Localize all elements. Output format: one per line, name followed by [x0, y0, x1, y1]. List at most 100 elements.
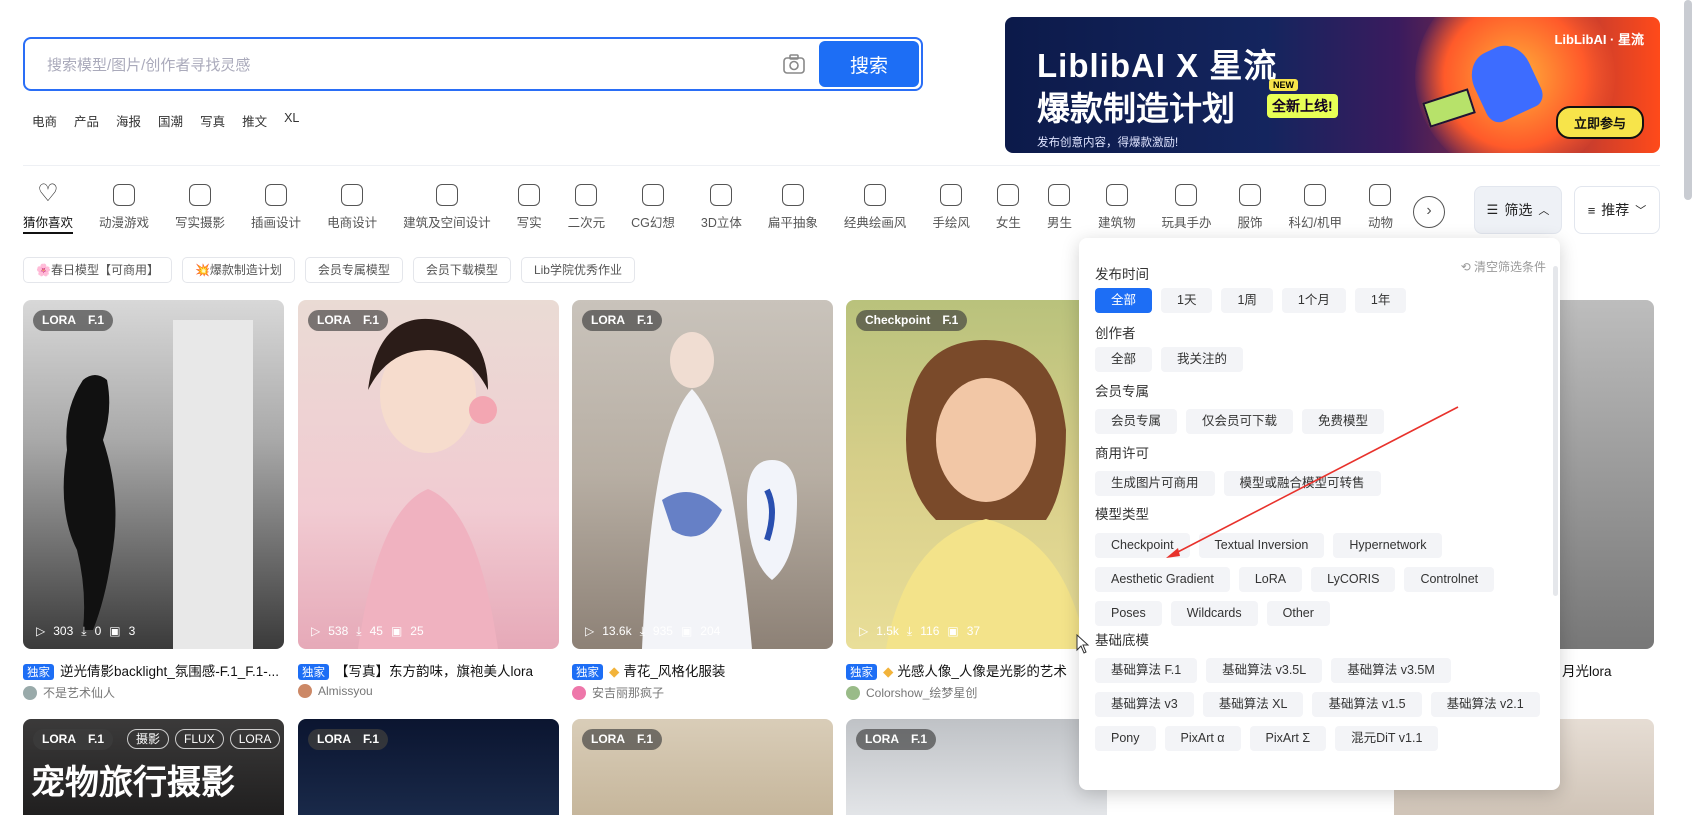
category-10[interactable]: 扁平抽象 [768, 184, 818, 238]
category-5[interactable]: 建筑及空间设计 [403, 184, 491, 238]
category-6[interactable]: 写实 [517, 184, 542, 238]
filter-option[interactable]: 混元DiT v1.1 [1335, 726, 1439, 751]
category-1[interactable]: 动漫游戏 [99, 184, 149, 238]
category-18[interactable]: 科幻/机甲 [1289, 184, 1342, 238]
model-card[interactable]: LORA F.1 ▷ 538 ⤓ 45 ▣ 25 [298, 300, 559, 649]
category-11[interactable]: 经典绘画风 [844, 184, 906, 238]
card-title[interactable]: 独家 ◆ 光感人像_人像是光影的艺术 [846, 660, 1107, 680]
sort-button[interactable]: ≡ 推荐 ﹀ [1574, 186, 1660, 234]
filter-option[interactable]: 模型或融合模型可转售 [1223, 471, 1381, 496]
card-title[interactable]: 独家 【写真】东方韵味，旗袍美人lora [298, 660, 559, 680]
filter-option[interactable]: Pony [1095, 726, 1156, 751]
filter-option[interactable]: 全部 [1095, 347, 1153, 372]
filter-option[interactable]: 基础算法 v1.5 [1312, 692, 1422, 717]
card-author[interactable]: Almissyou [298, 684, 373, 698]
camera-icon[interactable] [782, 53, 806, 75]
banner-join-button[interactable]: 立即参与 [1555, 106, 1644, 139]
card-author[interactable]: 不是艺术仙人 [23, 684, 115, 701]
filter-option[interactable]: Checkpoint [1095, 533, 1190, 558]
category-label: 插画设计 [251, 216, 302, 230]
category-7[interactable]: 二次元 [568, 184, 605, 238]
chevron-right-icon[interactable]: › [1413, 196, 1445, 228]
filter-option[interactable]: LyCORIS [1311, 567, 1396, 592]
category-19[interactable]: 动物 [1368, 184, 1393, 238]
filter-option[interactable]: 1天 [1161, 288, 1213, 313]
tag-chip[interactable]: 💥爆款制造计划 [181, 257, 295, 283]
filter-label: 筛选 [1504, 202, 1533, 218]
filter-option[interactable]: PixArt Σ [1249, 726, 1327, 751]
hot-word[interactable]: 产品 [74, 111, 99, 130]
filter-option[interactable]: Aesthetic Gradient [1095, 567, 1230, 592]
filter-option[interactable]: 基础算法 v2.1 [1430, 692, 1540, 717]
clear-filters-button[interactable]: ⟲ 清空筛选条件 [1461, 258, 1546, 275]
filter-option[interactable]: 仅会员可下载 [1186, 409, 1294, 434]
hot-word[interactable]: 电商 [32, 111, 57, 130]
card-extra-tags: 摄影 FLUX LORA [127, 729, 281, 749]
hot-word[interactable]: 写真 [200, 111, 225, 130]
filter-option[interactable]: 基础算法 v3.5L [1206, 658, 1323, 683]
tag-chip[interactable]: Lib学院优秀作业 [520, 257, 635, 283]
model-card[interactable]: LORA F.1 [846, 719, 1107, 815]
banner-badge: 全新上线! [1267, 94, 1338, 118]
search-button[interactable]: 搜索 [819, 41, 919, 87]
filter-option[interactable]: 免费模型 [1302, 409, 1385, 434]
model-card[interactable]: Checkpoint F.1 ▷ 1.5k ⤓ 116 ▣ 37 [846, 300, 1107, 649]
filter-option[interactable]: 1周 [1221, 288, 1273, 313]
hot-word[interactable]: 国潮 [158, 111, 183, 130]
category-3[interactable]: 插画设计 [251, 184, 301, 238]
filter-option[interactable]: 会员专属 [1095, 409, 1178, 434]
filter-option[interactable]: Poses [1095, 601, 1162, 626]
filter-option[interactable]: 基础算法 v3.5M [1331, 658, 1451, 683]
filter-option[interactable]: 我关注的 [1161, 347, 1244, 372]
model-card[interactable]: LORA F.1 [572, 719, 833, 815]
model-card[interactable]: LORA F.1 ▷ 303 ⤓ 0 ▣ 3 [23, 300, 284, 649]
filter-option[interactable]: 基础算法 v3 [1095, 692, 1194, 717]
hot-word[interactable]: 推文 [242, 111, 267, 130]
category-13[interactable]: 女生 [996, 184, 1021, 238]
tag-chip[interactable]: 会员专属模型 [304, 257, 403, 283]
filter-option[interactable]: PixArt α [1164, 726, 1241, 751]
tag-chip[interactable]: 🌸春日模型【可商用】 [23, 257, 172, 283]
model-card[interactable]: LORA F.1 摄影 FLUX LORA 宠物旅行摄影 [23, 719, 284, 815]
card-author[interactable]: Colorshow_绘梦星创 [846, 684, 977, 701]
category-4[interactable]: 电商设计 [327, 184, 377, 238]
hot-word[interactable]: 海报 [116, 111, 141, 130]
category-15[interactable]: 建筑物 [1098, 184, 1135, 238]
category-2[interactable]: 写实摄影 [175, 184, 225, 238]
promo-banner[interactable]: LiblibAI X 星流 爆款制造计划 NEW 全新上线! 发布创意内容，得爆… [1005, 17, 1660, 153]
category-14[interactable]: 男生 [1047, 184, 1072, 238]
category-9[interactable]: 3D立体 [701, 184, 742, 238]
hot-word[interactable]: XL [284, 111, 299, 130]
filter-option[interactable]: 基础算法 XL [1202, 692, 1304, 717]
filter-option[interactable]: 基础算法 F.1 [1095, 658, 1198, 683]
filter-option[interactable]: 全部 [1095, 288, 1153, 313]
panel-scrollbar[interactable] [1553, 266, 1558, 596]
refresh-icon: ⟲ [1460, 260, 1474, 274]
filter-option[interactable]: Textual Inversion [1198, 533, 1325, 558]
filter-option[interactable]: Hypernetwork [1333, 533, 1443, 558]
filter-option[interactable]: 生成图片可商用 [1095, 471, 1215, 496]
page-scrollbar[interactable] [1684, 0, 1692, 200]
model-card[interactable]: LORA F.1 [298, 719, 559, 815]
filter-button[interactable]: ☰ 筛选 ︿ [1474, 186, 1562, 234]
category-8[interactable]: CG幻想 [631, 184, 675, 238]
card-title[interactable]: 月光lora [1562, 660, 1662, 680]
search-box: 搜索 [23, 37, 923, 91]
filter-option[interactable]: Other [1266, 601, 1330, 626]
filter-option[interactable]: Wildcards [1170, 601, 1258, 626]
filter-option[interactable]: 1年 [1354, 288, 1407, 313]
filter-chip-row: Aesthetic Gradient LoRA LyCORIS Controlnet [1095, 567, 1495, 592]
category-17[interactable]: 服饰 [1237, 184, 1263, 238]
card-title[interactable]: 独家 逆光倩影backlight_氛围感-F.1_F.1-... [23, 660, 284, 680]
filter-option[interactable]: 1个月 [1281, 288, 1346, 313]
filter-option[interactable]: LoRA [1238, 567, 1303, 592]
model-card[interactable]: LORA F.1 ▷ 13.6k ⤓ 935 ▣ 204 [572, 300, 833, 649]
category-12[interactable]: 手绘风 [932, 184, 970, 238]
category-0[interactable]: ♡ 猜你喜欢 [23, 182, 74, 238]
filter-option[interactable]: Controlnet [1404, 567, 1495, 592]
card-author[interactable]: 安吉丽那疯子 [572, 684, 664, 701]
tag-chip[interactable]: 会员下载模型 [412, 257, 511, 283]
category-16[interactable]: 玩具手办 [1161, 184, 1211, 238]
search-input[interactable] [47, 51, 747, 79]
card-title[interactable]: 独家 ◆ 青花_风格化服装 [572, 660, 833, 680]
